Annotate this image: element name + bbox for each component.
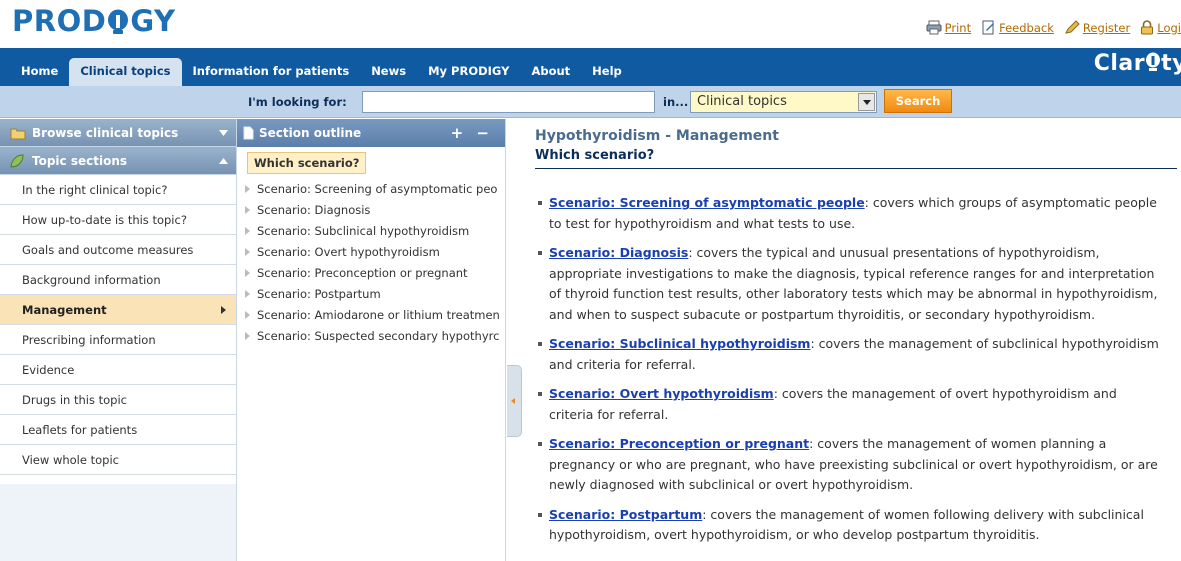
lock-icon xyxy=(1141,20,1154,35)
browse-clinical-topics-header[interactable]: Browse clinical topics xyxy=(0,119,236,147)
chevron-down-icon xyxy=(219,130,228,136)
scenario-link[interactable]: Scenario: Diagnosis xyxy=(549,245,688,260)
topic-section-item[interactable]: Goals and outcome measures xyxy=(0,235,236,265)
tab-news[interactable]: News xyxy=(360,56,417,86)
feedback-icon xyxy=(982,20,995,35)
topic-sections-list: In the right clinical topic? How up-to-d… xyxy=(0,175,236,475)
scenario-link[interactable]: Scenario: Overt hypothyroidism xyxy=(549,386,774,401)
expand-collapse-controls[interactable]: + − xyxy=(451,119,493,147)
scope-label: in... xyxy=(663,95,689,109)
print-link[interactable]: Print xyxy=(926,20,971,35)
scenario-item: Scenario: Diagnosis: covers the typical … xyxy=(535,243,1165,325)
topic-section-item[interactable]: Leaflets for patients xyxy=(0,415,236,445)
topic-sections-label: Topic sections xyxy=(32,154,128,168)
topic-sections-header[interactable]: Topic sections xyxy=(0,147,236,175)
leaf-icon xyxy=(10,154,24,168)
outline-item[interactable]: Scenario: Preconception or pregnant xyxy=(237,263,506,284)
topic-section-item[interactable]: View whole topic xyxy=(0,445,236,475)
prodigy-logo[interactable]: PROD GY xyxy=(12,4,175,38)
topic-section-item[interactable]: How up-to-date is this topic? xyxy=(0,205,236,235)
topic-section-item[interactable]: In the right clinical topic? xyxy=(0,175,236,205)
scenario-item: Scenario: Postpartum: covers the managem… xyxy=(535,505,1165,546)
scenario-link[interactable]: Scenario: Preconception or pregnant xyxy=(549,436,809,451)
topic-section-item[interactable]: Drugs in this topic xyxy=(0,385,236,415)
search-button[interactable]: Search xyxy=(884,89,952,113)
clarity-text-left: Clar xyxy=(1093,51,1146,76)
tab-my-prodigy[interactable]: My PRODIGY xyxy=(417,56,520,86)
topic-section-item[interactable]: Background information xyxy=(0,265,236,295)
header: PROD GY Print Feedback Register Logi xyxy=(0,0,1181,48)
scope-select-value: Clinical topics xyxy=(697,94,787,109)
printer-icon xyxy=(926,20,942,35)
browse-clinical-topics-label: Browse clinical topics xyxy=(32,126,179,140)
page-title: Hypothyroidism - Management xyxy=(535,128,779,144)
section-outline-panel: Section outline + − Which scenario? Scen… xyxy=(237,119,506,561)
search-label: I'm looking for: xyxy=(248,95,347,109)
scope-select[interactable]: Clinical topics xyxy=(690,91,877,113)
login-link[interactable]: Logi xyxy=(1140,20,1181,35)
current-section-chip[interactable]: Which scenario? xyxy=(247,152,367,174)
lightbulb-icon xyxy=(1146,52,1161,71)
scenario-item: Scenario: Overt hypothyroidism: covers t… xyxy=(535,384,1165,425)
scenario-item: Scenario: Subclinical hypothyroidism: co… xyxy=(535,334,1165,375)
scenario-link[interactable]: Scenario: Subclinical hypothyroidism xyxy=(549,336,810,351)
tab-home[interactable]: Home xyxy=(10,56,69,86)
tab-about[interactable]: About xyxy=(520,56,581,86)
lightbulb-icon xyxy=(107,8,129,34)
folder-icon xyxy=(10,128,26,140)
outline-item[interactable]: Scenario: Suspected secondary hypothyrc xyxy=(237,326,506,347)
logo-text-left: PROD xyxy=(12,4,107,38)
logo-text-right: GY xyxy=(130,4,176,38)
outline-item[interactable]: Scenario: Postpartum xyxy=(237,284,506,305)
sidebar-filler xyxy=(0,484,236,561)
feedback-link[interactable]: Feedback xyxy=(981,20,1054,35)
feedback-label: Feedback xyxy=(999,20,1054,35)
outline-item[interactable]: Scenario: Diagnosis xyxy=(237,200,506,221)
left-sidebar: Browse clinical topics Topic sections In… xyxy=(0,119,237,561)
outline-item[interactable]: Scenario: Overt hypothyroidism xyxy=(237,242,506,263)
scenario-list: Scenario: Screening of asymptomatic peop… xyxy=(535,193,1165,555)
outline-item[interactable]: Scenario: Amiodarone or lithium treatmen xyxy=(237,305,506,326)
search-bar: I'm looking for: in... Clinical topics S… xyxy=(0,86,1181,118)
divider xyxy=(535,168,1177,169)
section-outline-header: Section outline + − xyxy=(237,119,505,147)
topic-section-item[interactable]: Prescribing information xyxy=(0,325,236,355)
clarity-text-right: ty xyxy=(1161,51,1181,76)
main-content: Hypothyroidism - Management Which scenar… xyxy=(522,119,1181,561)
page-subtitle: Which scenario? xyxy=(535,148,655,163)
tab-information-for-patients[interactable]: Information for patients xyxy=(182,56,361,86)
tab-clinical-topics[interactable]: Clinical topics xyxy=(69,58,182,86)
register-label: Register xyxy=(1082,20,1131,35)
scenario-item: Scenario: Preconception or pregnant: cov… xyxy=(535,434,1165,496)
main-nav: Home Clinical topics Information for pat… xyxy=(0,48,1181,86)
topic-section-item-active[interactable]: Management xyxy=(0,295,236,325)
register-link[interactable]: Register xyxy=(1064,20,1130,35)
utility-links: Print Feedback Register Logi xyxy=(926,20,1181,35)
collapse-panel-handle[interactable] xyxy=(507,365,522,437)
scenario-link[interactable]: Scenario: Screening of asymptomatic peop… xyxy=(549,195,865,210)
chevron-up-icon xyxy=(219,158,228,164)
pencil-icon xyxy=(1064,20,1080,34)
outline-item[interactable]: Scenario: Subclinical hypothyroidism xyxy=(237,221,506,242)
tab-help[interactable]: Help xyxy=(581,56,633,86)
search-input[interactable] xyxy=(362,91,655,113)
topic-section-item[interactable]: Evidence xyxy=(0,355,236,385)
section-outline-title: Section outline xyxy=(259,126,362,140)
dropdown-arrow-icon[interactable] xyxy=(858,93,875,111)
document-icon xyxy=(243,126,254,140)
nav-tabs: Home Clinical topics Information for pat… xyxy=(10,56,633,86)
clarity-logo[interactable]: Clar ty xyxy=(1094,51,1181,76)
outline-list: Scenario: Screening of asymptomatic peo … xyxy=(237,179,506,347)
login-label: Logi xyxy=(1157,20,1181,35)
scenario-link[interactable]: Scenario: Postpartum xyxy=(549,507,702,522)
outline-item[interactable]: Scenario: Screening of asymptomatic peo xyxy=(237,179,506,200)
scenario-item: Scenario: Screening of asymptomatic peop… xyxy=(535,193,1165,234)
print-label: Print xyxy=(944,20,972,35)
